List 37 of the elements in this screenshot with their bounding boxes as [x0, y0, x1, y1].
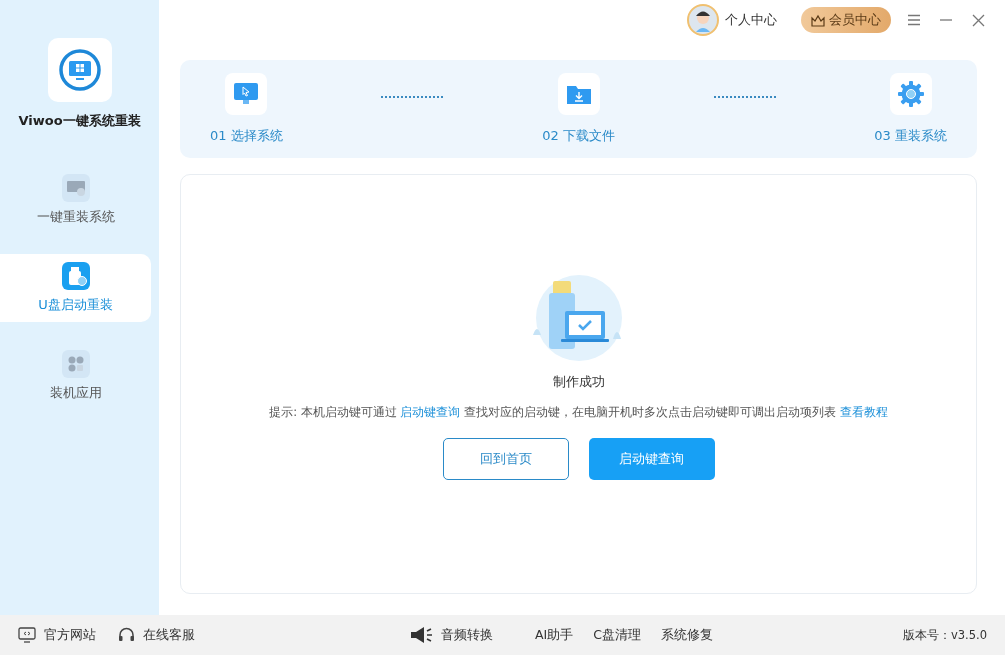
logo-icon: [56, 47, 103, 93]
menu-icon: [907, 14, 921, 26]
avatar-icon: [687, 4, 719, 36]
monitor-icon: [61, 174, 90, 202]
tutorial-link[interactable]: 查看教程: [839, 405, 888, 419]
sidebar-item[interactable]: 装机应用: [0, 342, 151, 410]
footer-link[interactable]: 官方网站: [18, 626, 96, 644]
sidebar-item[interactable]: 一键重装系统: [0, 166, 151, 234]
gear-icon: [896, 80, 925, 108]
app-name: Viwoo一键系统重装: [18, 112, 141, 130]
sidebar-item[interactable]: U盘启动重装: [0, 254, 151, 322]
footer-tool[interactable]: 系统修复: [661, 626, 713, 644]
monitor-icon: [18, 627, 36, 643]
headset-icon: [118, 626, 135, 644]
apps-icon: [61, 350, 90, 378]
home-button[interactable]: 回到首页: [442, 438, 569, 480]
footer-tool[interactable]: C盘清理: [593, 626, 641, 644]
footer-link[interactable]: 在线客服: [118, 626, 195, 644]
step-connector: [713, 96, 776, 98]
version-label: 版本号：v3.5.0: [902, 627, 987, 643]
usb-drive-icon: [61, 262, 90, 290]
monitor-cursor-icon: [233, 81, 260, 107]
crown-icon: [811, 13, 825, 27]
user-center-link[interactable]: 个人中心: [687, 4, 777, 36]
footer-tool[interactable]: AI助手: [535, 626, 574, 644]
minimize-icon: [939, 19, 953, 21]
step-label: 02 下载文件: [542, 127, 615, 145]
hint-text: 提示: 本机启动键可通过 启动键查询 查找对应的启动键，在电脑开机时多次点击启动键即可调出启动项列表 查看教程: [269, 405, 888, 420]
megaphone-icon: [409, 626, 433, 644]
boot-key-link[interactable]: 启动键查询: [400, 405, 461, 419]
success-title: 制作成功: [552, 373, 605, 391]
vip-center-button[interactable]: 会员中心: [801, 7, 891, 33]
step-connector: [381, 96, 444, 98]
step-label: 01 选择系统: [210, 127, 283, 145]
footer-tool[interactable]: 音频转换: [409, 626, 493, 644]
step-label: 03 重装系统: [874, 127, 947, 145]
close-icon: [971, 13, 985, 27]
